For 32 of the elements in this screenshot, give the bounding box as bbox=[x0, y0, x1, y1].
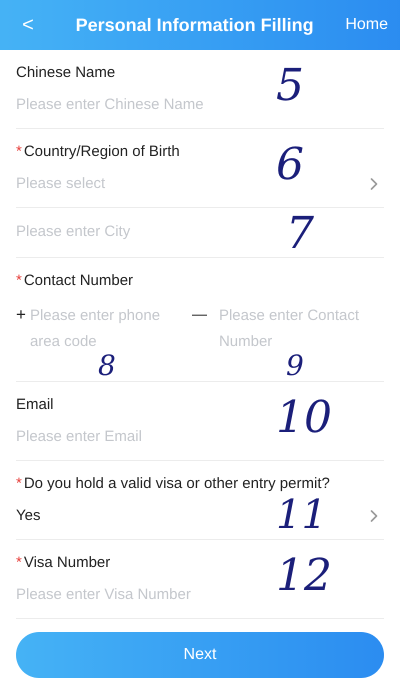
field-label: Do you hold a valid visa or other entry permit? bbox=[24, 474, 330, 494]
next-button[interactable]: Next bbox=[16, 632, 384, 678]
field-label: Email bbox=[16, 394, 54, 414]
field-label: Chinese Name bbox=[16, 62, 116, 82]
input-field[interactable]: Please enter Chinese Name bbox=[16, 94, 276, 116]
handwritten-number: 12 bbox=[276, 554, 332, 598]
handwritten-number: 8 bbox=[98, 352, 116, 380]
select-field[interactable]: Yes bbox=[16, 505, 40, 528]
handwritten-number: 11 bbox=[276, 495, 327, 535]
field-label: Visa Number bbox=[24, 552, 110, 572]
required-mark: * bbox=[16, 474, 22, 494]
required-mark: * bbox=[16, 271, 22, 291]
input-field[interactable]: Please enter City bbox=[16, 221, 276, 244]
required-mark: * bbox=[16, 552, 22, 572]
home-link[interactable]: Home bbox=[345, 13, 388, 37]
handwritten-number: 5 bbox=[276, 64, 304, 108]
input-field[interactable]: Please enter Email bbox=[16, 426, 276, 448]
page-title: Personal Information Filling bbox=[76, 14, 314, 37]
handwritten-number: 7 bbox=[286, 212, 314, 256]
input-field[interactable]: Please enter phone area code bbox=[30, 302, 180, 354]
field-label: Contact Number bbox=[24, 271, 134, 291]
select-field[interactable]: Please select bbox=[16, 173, 106, 196]
required-mark: * bbox=[16, 142, 22, 162]
back-button[interactable]: < bbox=[12, 10, 44, 40]
handwritten-number: 9 bbox=[286, 352, 304, 380]
plus-sign: + bbox=[16, 304, 26, 326]
handwritten-number: 6 bbox=[276, 143, 304, 187]
input-field[interactable]: Please enter Contact Number bbox=[218, 302, 384, 354]
dash-separator: — bbox=[192, 304, 207, 324]
field-label: Country/Region of Birth bbox=[24, 142, 180, 162]
input-field[interactable]: Please enter Visa Number bbox=[16, 584, 276, 606]
handwritten-number: 10 bbox=[276, 396, 332, 440]
